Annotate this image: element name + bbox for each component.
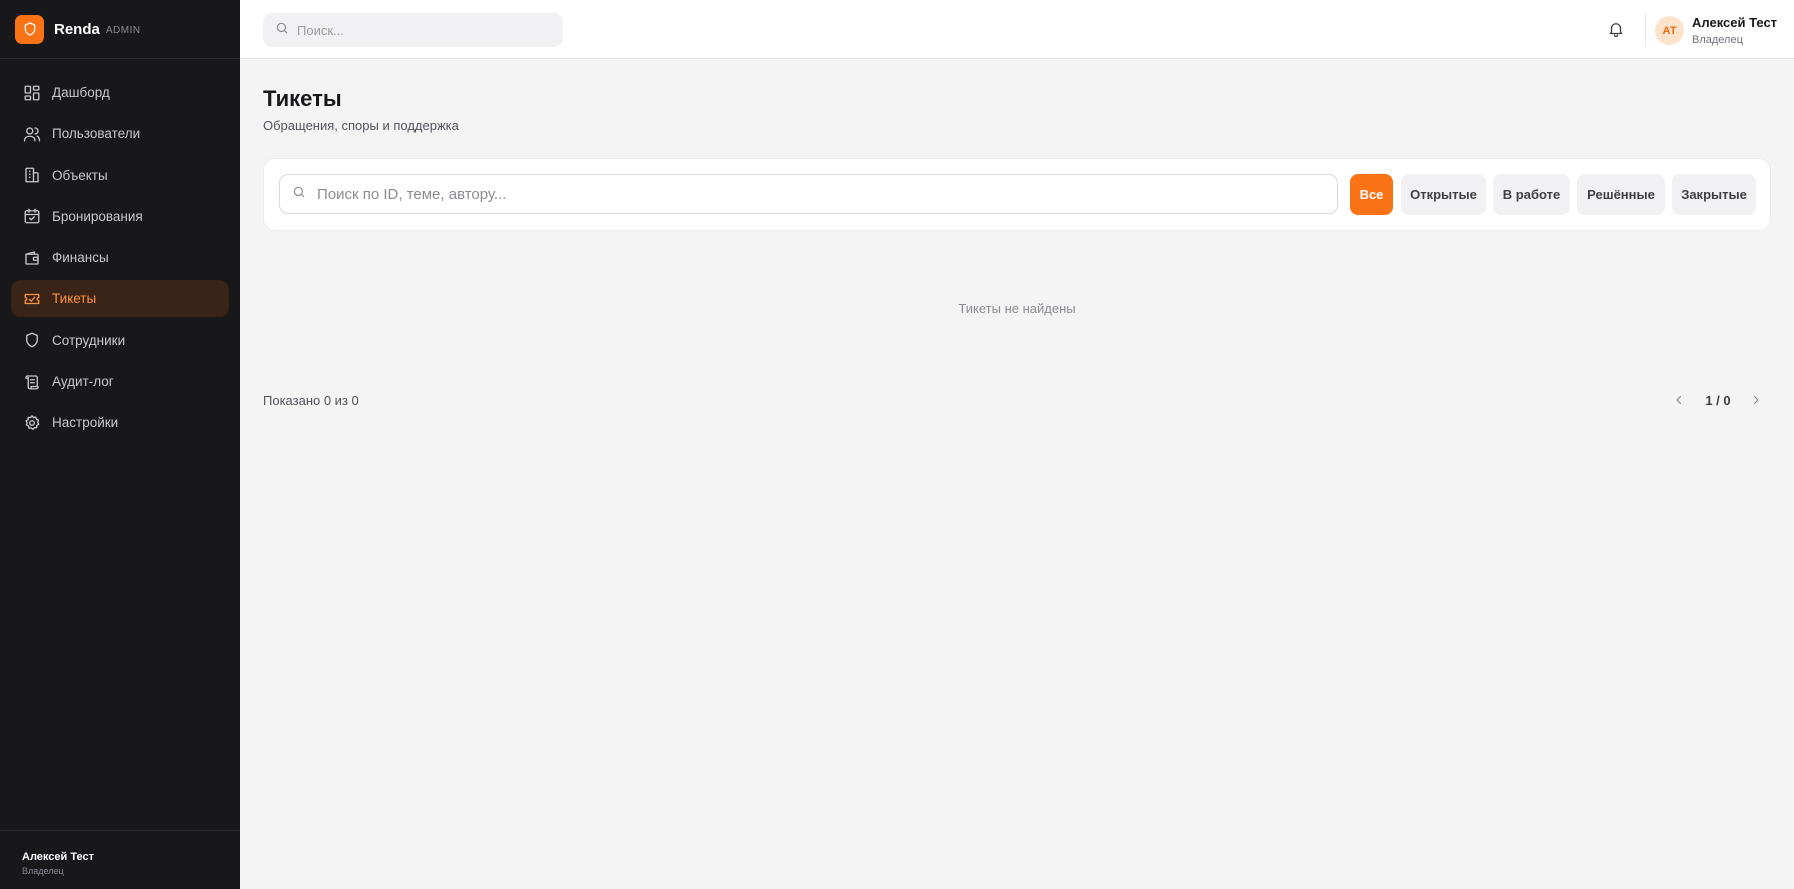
sidebar-item-label: Сотрудники (52, 332, 126, 348)
sidebar-item-label: Аудит-лог (52, 374, 114, 390)
empty-state: Тикеты не найдены (958, 301, 1076, 316)
brand[interactable]: Renda ADMIN (0, 0, 240, 59)
sidebar-item-label: Дашборд (52, 85, 110, 100)
ticket-search-input[interactable] (317, 185, 1317, 203)
sidebar-item-settings[interactable]: Настройки (11, 404, 229, 441)
page-indicator: 1 / 0 (1705, 393, 1731, 408)
user-name[interactable]: Алексей Тест (1692, 15, 1777, 30)
sidebar-nav: Дашборд Пользователи Объекты Бронировани… (0, 59, 240, 441)
sidebar-item-tickets[interactable]: Тикеты (11, 280, 229, 318)
filter-all-button[interactable]: Все (1350, 174, 1393, 215)
sidebar-item-label: Финансы (52, 250, 109, 266)
topbar-divider (1645, 13, 1646, 47)
dashboard-grid-icon (22, 83, 41, 102)
page-title: Тикеты (263, 86, 342, 111)
shield-icon (15, 14, 44, 44)
ticket-filters: Все Открытые В работе Решённые Закрытые (263, 158, 1771, 231)
filter-closed-button[interactable]: Закрытые (1672, 174, 1756, 215)
avatar[interactable]: АТ (1655, 16, 1684, 45)
user-role: Владелец (1692, 34, 1743, 46)
filter-resolved-button[interactable]: Решённые (1577, 174, 1665, 215)
sidebar-user-name: Алексей Тест (22, 851, 94, 863)
ticket-icon (22, 289, 41, 308)
brand-name: Renda (54, 20, 100, 38)
wallet-icon (22, 248, 41, 267)
buildings-icon (22, 166, 41, 185)
filter-open-button[interactable]: Открытые (1401, 174, 1486, 215)
sidebar-item-label: Тикеты (52, 291, 97, 307)
gear-icon (22, 413, 41, 432)
bell-icon[interactable] (1605, 18, 1627, 40)
pagination-summary: Показано 0 из 0 (263, 393, 359, 408)
sidebar-item-dashboard[interactable]: Дашборд (11, 74, 229, 111)
sidebar-item-audit-log[interactable]: Аудит-лог (11, 363, 229, 400)
sidebar: Renda ADMIN Дашборд Пользователи Объекты (0, 0, 240, 889)
ticket-search[interactable] (279, 174, 1338, 214)
page-subtitle: Обращения, споры и поддержка (263, 118, 459, 133)
scroll-icon (22, 372, 41, 391)
calendar-check-icon (22, 207, 41, 226)
sidebar-user-role: Владелец (22, 866, 64, 876)
sidebar-item-finance[interactable]: Финансы (11, 239, 229, 276)
topbar: АТ Алексей Тест Владелец (240, 0, 1794, 59)
sidebar-item-label: Настройки (52, 415, 119, 431)
filter-in-progress-button[interactable]: В работе (1493, 174, 1570, 215)
sidebar-item-staff[interactable]: Сотрудники (11, 322, 229, 359)
chevron-right-icon[interactable] (1747, 390, 1765, 410)
global-search[interactable] (263, 13, 563, 47)
shield-icon (22, 331, 41, 350)
users-icon (22, 124, 41, 143)
sidebar-item-users[interactable]: Пользователи (11, 115, 229, 152)
sidebar-item-label: Пользователи (52, 126, 141, 142)
global-search-input[interactable] (297, 22, 547, 38)
sidebar-item-bookings[interactable]: Бронирования (11, 198, 229, 235)
sidebar-item-objects[interactable]: Объекты (11, 157, 229, 194)
chevron-left-icon[interactable] (1670, 390, 1688, 410)
brand-tag: ADMIN (105, 25, 141, 36)
sidebar-item-label: Бронирования (52, 208, 143, 224)
sidebar-item-label: Объекты (52, 167, 108, 183)
search-icon (292, 185, 306, 204)
search-icon (275, 21, 289, 40)
sidebar-user: Алексей Тест Владелец (0, 830, 240, 889)
